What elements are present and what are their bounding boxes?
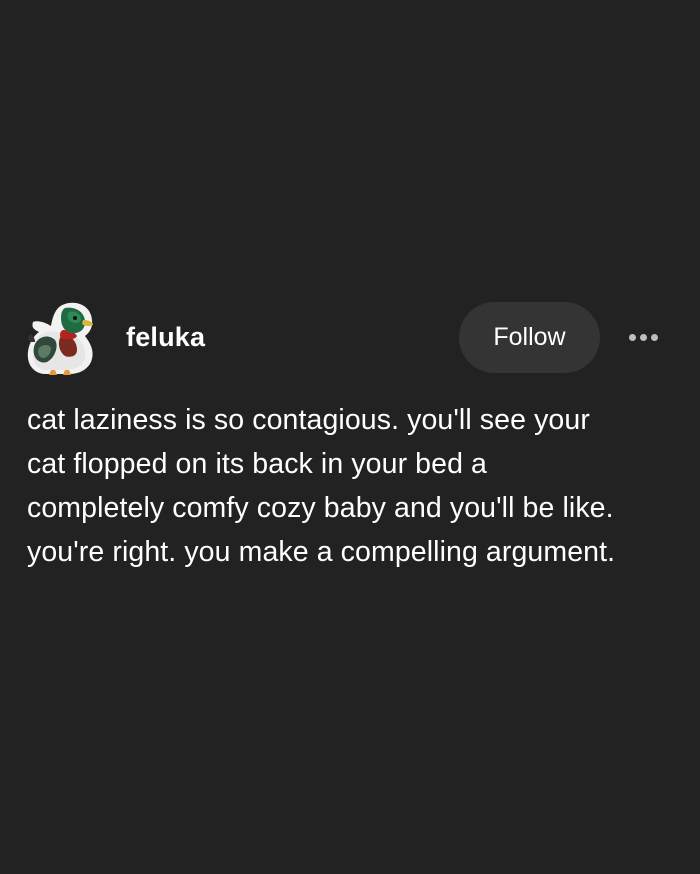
author-username[interactable]: feluka [126,322,205,353]
author-avatar[interactable] [25,300,99,376]
more-options-icon [628,333,636,341]
mallard-duck-avatar-icon [27,302,93,375]
more-options-icon-dot [639,333,647,341]
post-card: feluka Follow cat laziness is so contagi… [0,300,700,568]
post-text: cat laziness is so contagious. you'll se… [27,404,616,568]
more-options-button[interactable] [622,322,664,352]
follow-button[interactable]: Follow [459,302,600,373]
post-header: feluka Follow [0,300,700,376]
more-options-icon-dot [650,333,658,341]
